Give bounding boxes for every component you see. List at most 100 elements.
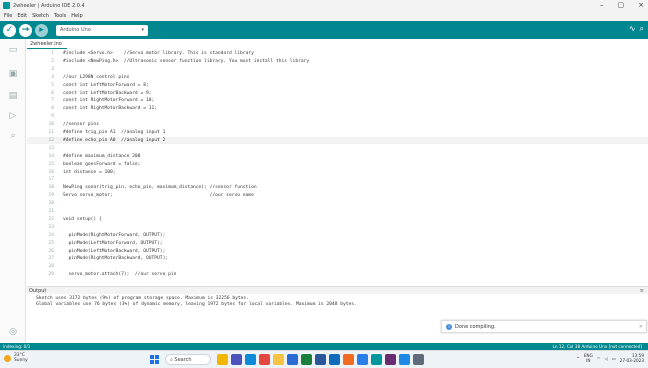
arrow-right-icon: → [21,25,30,35]
code-text: Servo servo_motor; //our servo name [63,193,254,199]
code-line: 9 [27,113,648,120]
code-text: pinMode(LeftMotorBackward, OUTPUT); [63,248,166,254]
line-number: 2 [51,58,54,64]
code-text: NewPing sonar(trig_pin, echo_pin, maximu… [63,185,257,191]
taskbar: 33°C Sunny ⌕ Search ^ ENG IN ◠ ◁ ▭ 13:59… [0,350,648,368]
status-right: Ln 12, Col 38 Arduino Uno [not connected… [552,344,642,349]
code-line: 26 pinMode(LeftMotorBackward, OUTPUT); [27,248,648,255]
edge-icon[interactable] [245,354,256,365]
minimize-button[interactable]: – [600,1,604,9]
battery-icon[interactable]: ▭ [612,356,616,361]
date: 27-03-2023 [619,358,644,363]
explorer-icon[interactable] [217,354,228,365]
code-line: 5 const int LeftMotorForward = 8; [27,82,648,89]
output-line: Global variables use 76 bytes (3%) of dy… [36,302,357,308]
code-line: 10 //sensor pins [27,121,648,128]
debug-button[interactable]: ▸ [35,23,48,37]
account-icon[interactable]: ◎ [8,327,18,337]
teams-icon[interactable] [231,354,242,365]
line-number: 7 [51,98,54,104]
clock[interactable]: 13:59 27-03-2023 [620,353,644,363]
slack-icon[interactable] [385,354,396,365]
settings-icon[interactable] [413,354,424,365]
line-number: 11 [48,130,54,135]
line-number: 10 [48,122,54,128]
menu-help[interactable]: Help [71,13,82,19]
code-text: boolean goesForward = false; [63,161,141,167]
line-number: 15 [48,161,54,167]
debug-icon[interactable]: ▷ [8,111,18,121]
close-button[interactable]: × [638,1,644,9]
code-text: const int LeftMotorForward = 8; [63,82,149,88]
serial-monitor-icon[interactable]: ⌕ [640,24,644,34]
status-left: indexing: 0/1 [3,344,31,349]
photos-icon[interactable] [357,354,368,365]
code-text: #include <Servo.h> //Servo motor library… [63,51,254,56]
code-line: 8 const int RightMotorBackward = 11; [27,105,648,112]
line-number: 17 [48,177,54,183]
search-icon[interactable]: ⌕ [8,131,18,141]
weather-desc: Sunny [14,358,28,363]
code-line: 4 //our L298N control pins [27,74,648,81]
code-text: const int LeftMotorBackward = 9; [63,90,152,96]
wifi-icon[interactable]: ◠ [597,356,601,361]
app-icon[interactable] [301,354,312,365]
folder-icon[interactable]: ▭ [8,45,18,55]
code-text: void setup() { [63,216,102,222]
outlook-icon[interactable] [329,354,340,365]
debug-icon: ▸ [39,25,44,35]
window-controls: – ▢ × [600,1,644,9]
taskbar-apps [217,354,424,365]
volume-icon[interactable]: ◁ [604,356,607,361]
line-number: 20 [48,201,54,207]
menu-tools[interactable]: Tools [54,13,66,19]
code-line: 14 #define maximum_distance 200 [27,153,648,160]
windows-start-icon[interactable] [150,355,159,364]
board-selector[interactable]: Arduino Uno ▾ [56,24,148,36]
menu-file[interactable]: File [4,13,12,19]
line-number: 27 [48,256,54,262]
mail-icon[interactable] [343,354,354,365]
toolbar-right: ∿ ⌕ [629,24,644,34]
code-text: servo_motor.attach(7); //our servo pin [63,272,177,278]
line-number: 24 [48,232,54,238]
arduino-icon[interactable] [371,354,382,365]
serial-plotter-icon[interactable]: ∿ [629,24,636,34]
region-code: IN [586,358,591,363]
vscode-icon[interactable] [399,354,410,365]
title-bar: 2wheeler | Arduino IDE 2.0.4 – ▢ × [0,0,648,11]
line-number: 26 [48,248,54,254]
line-number: 14 [48,153,54,159]
code-editor[interactable]: 1 #include <Servo.h> //Servo motor librar… [27,50,648,286]
files-icon[interactable] [273,354,284,365]
taskbar-search[interactable]: ⌕ Search [165,354,211,365]
verify-button[interactable]: ✓ [3,23,16,37]
close-icon[interactable]: ✕ [639,324,643,330]
menu-edit[interactable]: Edit [17,13,27,19]
code-line: 18 NewPing sonar(trig_pin, echo_pin, maxi… [27,184,648,191]
sidebar: ▭ ▣ ▤ ▷ ⌕ ◎ [0,39,26,343]
library-icon[interactable]: ▤ [8,91,18,101]
upload-button[interactable]: → [19,23,32,37]
maximize-button[interactable]: ▢ [618,1,625,9]
code-line: 11 #define trig_pin A1 //analog input 1 [27,129,648,136]
code-line: 23 [27,224,648,231]
boards-icon[interactable]: ▣ [8,69,18,79]
code-line: 20 [27,200,648,207]
toast-text: Done compiling. [455,323,496,330]
menu-sketch[interactable]: Sketch [32,13,49,19]
weather-widget[interactable]: 33°C Sunny [4,353,28,363]
store-icon[interactable] [287,354,298,365]
line-number: 25 [48,240,54,246]
language-indicator[interactable]: ENG IN [584,353,593,363]
file-tab[interactable]: 2wheeler.ino [27,39,67,49]
word-icon[interactable] [315,354,326,365]
line-number: 23 [48,224,54,230]
chrome-icon[interactable] [259,354,270,365]
line-number: 5 [51,82,54,88]
code-line: 27 pinMode(RightMotorBackward, OUTPUT); [27,255,648,262]
chevron-up-icon[interactable]: ^ [576,356,580,361]
menu-bar: File Edit Sketch Tools Help [0,11,648,21]
line-number: 21 [48,209,54,214]
code-line: 3 [27,66,648,73]
